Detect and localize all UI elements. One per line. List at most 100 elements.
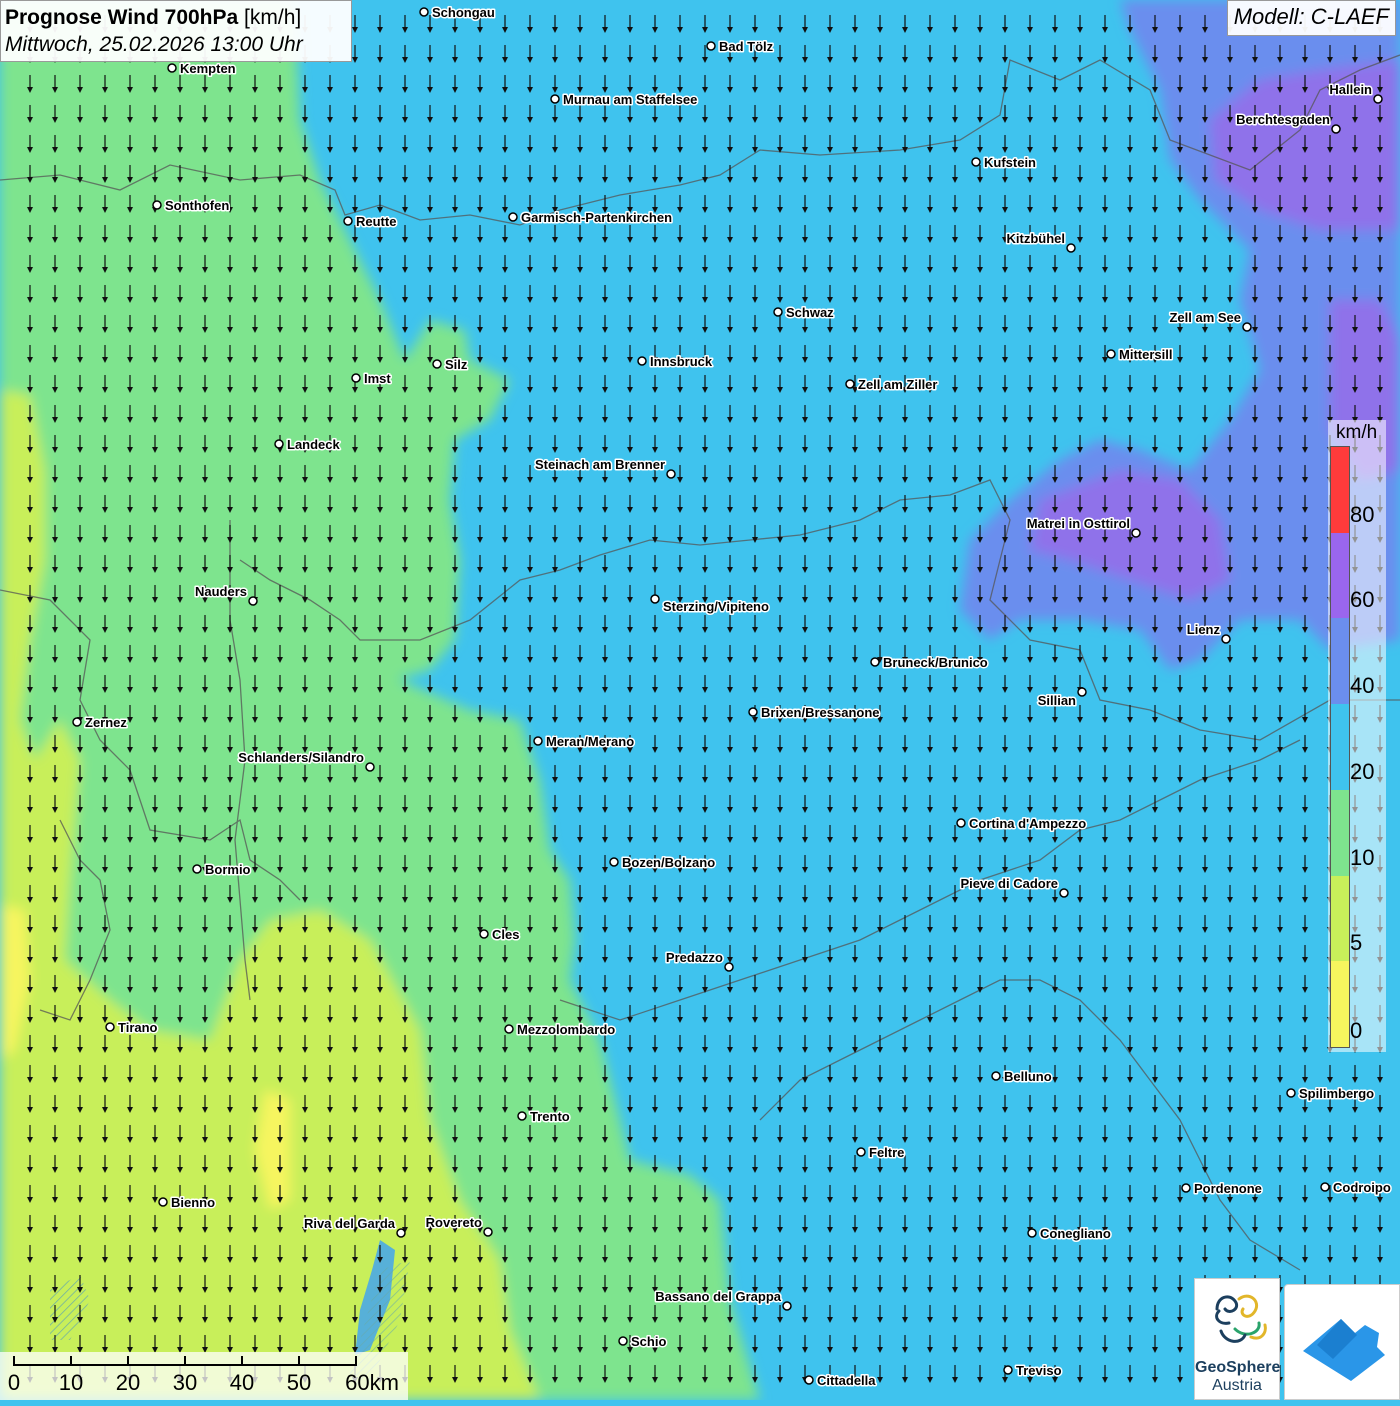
- city-meran-merano: Meran/Merano: [533, 733, 636, 751]
- legend-segment: [1331, 618, 1349, 705]
- city-marker: [1221, 634, 1231, 644]
- city-brixen-bressanone: Brixen/Bressanone: [748, 704, 881, 722]
- legend-segment: [1331, 961, 1349, 1047]
- city-label: Bad Tölz: [719, 39, 774, 54]
- city-marker: [1286, 1088, 1296, 1098]
- city-marker: [773, 307, 783, 317]
- city-marker: [72, 717, 82, 727]
- scale-tick: [13, 1356, 15, 1366]
- city-label: Kempten: [180, 61, 236, 76]
- scale-label: 20: [115, 1370, 141, 1395]
- city-marker: [1077, 687, 1087, 697]
- city-label: Mezzolombardo: [517, 1022, 615, 1037]
- city-mezzolombardo: Mezzolombardo: [504, 1021, 617, 1039]
- city-label: Riva del Garda: [304, 1216, 396, 1231]
- city-label: Pieve di Cadore: [960, 876, 1058, 891]
- city-marker: [637, 356, 647, 366]
- city-pordenone: Pordenone: [1181, 1180, 1263, 1198]
- city-label: Brixen/Bressanone: [761, 705, 880, 720]
- city-label: Berchtesgaden: [1236, 112, 1330, 127]
- city-label: Zernez: [85, 715, 127, 730]
- city-label: Bruneck/Brunico: [883, 655, 988, 670]
- city-marker: [152, 200, 162, 210]
- city-label: Schongau: [432, 5, 495, 20]
- city-marker: [248, 596, 258, 606]
- wind-map[interactable]: Schongau Bad Tölz Kempten Murnau am Staffel…: [0, 0, 1400, 1400]
- geosphere-logo[interactable]: GeoSphere Austria: [1194, 1278, 1280, 1400]
- city-label: Bormio: [205, 862, 251, 877]
- city-marker: [991, 1071, 1001, 1081]
- city-marker: [845, 379, 855, 389]
- city-marker: [724, 962, 734, 972]
- city-label: Landeck: [287, 437, 341, 452]
- city-marker: [650, 594, 660, 604]
- geosphere-name: GeoSphere: [1195, 1359, 1281, 1376]
- scale-label: 40: [229, 1370, 255, 1395]
- legend-tick-label: 80: [1350, 501, 1375, 527]
- scale-bar: 0 10 20 30 40 50 60km: [0, 1352, 408, 1400]
- city-marker: [956, 818, 966, 828]
- city-label: Schwaz: [786, 305, 834, 320]
- legend-tick-label: 20: [1350, 758, 1375, 784]
- city-label: Sonthofen: [165, 198, 229, 213]
- city-marker: [504, 1024, 514, 1034]
- geosphere-emblem-icon: [1215, 1294, 1267, 1343]
- city-label: Matrei in Osttirol: [1027, 516, 1130, 531]
- city-marker: [365, 762, 375, 772]
- city-bozen-bolzano: Bozen/Bolzano: [609, 854, 717, 872]
- city-label: Kufstein: [984, 155, 1036, 170]
- city-label: Predazzo: [666, 950, 723, 965]
- city-marker: [1106, 349, 1116, 359]
- city-label: Conegliano: [1040, 1226, 1111, 1241]
- city-sonthofen: Sonthofen: [152, 197, 231, 215]
- city-label: Codroipo: [1333, 1180, 1391, 1195]
- legend-tick-label: 5: [1350, 930, 1363, 956]
- city-marker: [1131, 528, 1141, 538]
- city-marker: [856, 1147, 866, 1157]
- map-title: Prognose Wind 700hPa [km/h]: [5, 4, 347, 31]
- city-label: Sterzing/Vipiteno: [663, 599, 769, 614]
- model-label: Modell: C-LAEF: [1226, 0, 1396, 36]
- city-marker: [343, 216, 353, 226]
- city-marker: [1331, 124, 1341, 134]
- title-box: Prognose Wind 700hPa [km/h] Mittwoch, 25…: [0, 0, 352, 62]
- city-murnau-am-staffelsee: Murnau am Staffelsee: [550, 91, 699, 109]
- scale-label: 30: [172, 1370, 198, 1395]
- city-marker: [533, 736, 543, 746]
- legend-segment: [1331, 789, 1349, 876]
- city-label: Bozen/Bolzano: [622, 855, 715, 870]
- city-schongau: Schongau: [419, 4, 496, 22]
- city-marker: [274, 439, 284, 449]
- city-label: Hallein: [1329, 82, 1372, 97]
- city-marker: [666, 469, 676, 479]
- city-marker: [609, 857, 619, 867]
- city-label: Schlanders/Silandro: [238, 750, 364, 765]
- city-label: Trento: [530, 1109, 570, 1124]
- scale-tick: [241, 1356, 243, 1366]
- city-label: Bassano del Grappa: [655, 1289, 781, 1304]
- city-marker: [483, 1227, 493, 1237]
- city-label: Treviso: [1016, 1363, 1062, 1378]
- city-marker: [804, 1375, 814, 1385]
- city-marker: [351, 373, 361, 383]
- city-label: Spilimbergo: [1299, 1086, 1374, 1101]
- city-marker: [1181, 1183, 1191, 1193]
- city-marker: [167, 63, 177, 73]
- city-label: Cortina d'Ampezzo: [969, 816, 1086, 831]
- app-logo[interactable]: [1284, 1284, 1400, 1400]
- city-label: Nauders: [195, 584, 247, 599]
- city-label: Cles: [492, 927, 519, 942]
- city-marker: [1059, 888, 1069, 898]
- city-label: Mittersill: [1119, 347, 1172, 362]
- legend-tick-label: 60: [1350, 587, 1375, 613]
- city-marker: [550, 94, 560, 104]
- city-marker: [158, 1197, 168, 1207]
- city-marker: [1242, 322, 1252, 332]
- map-subtitle: Mittwoch, 25.02.2026 13:00 Uhr: [5, 33, 303, 56]
- scale-label: 0: [7, 1370, 21, 1395]
- city-marker: [105, 1022, 115, 1032]
- legend-segment: [1331, 875, 1349, 962]
- city-label: Silz: [445, 357, 468, 372]
- scale-tick: [298, 1356, 300, 1366]
- city-spilimbergo: Spilimbergo: [1286, 1085, 1376, 1103]
